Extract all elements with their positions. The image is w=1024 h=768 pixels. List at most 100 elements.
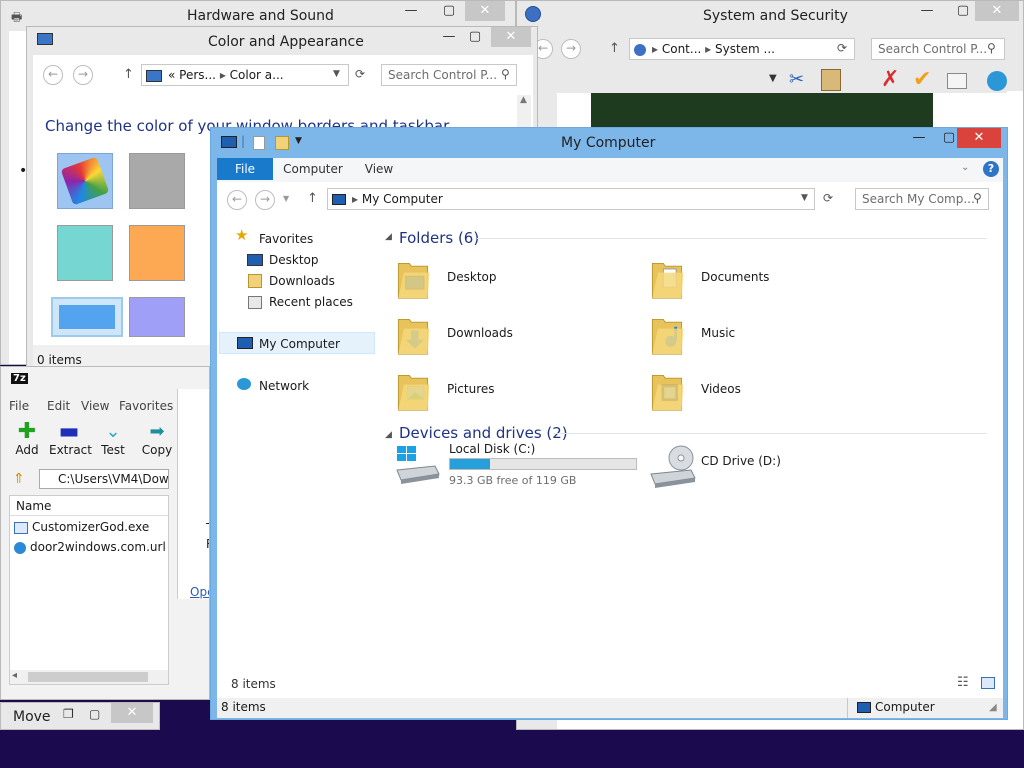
folder-documents[interactable]: Documents [649, 254, 849, 304]
add-button[interactable]: ✚ Add [7, 421, 47, 458]
breadcrumb-control-panel[interactable]: Cont... [662, 42, 701, 56]
move-bar[interactable]: Move ❐ ▢ ✕ [0, 702, 160, 730]
nav-desktop[interactable]: Desktop [269, 253, 319, 267]
color-tile[interactable] [51, 297, 123, 337]
drive-local-disk[interactable]: Local Disk (C:) 93.3 GB free of 119 GB [395, 442, 645, 490]
maximize-button[interactable]: ▢ [949, 1, 977, 21]
collapse-folders-icon[interactable]: ◢ [385, 232, 392, 242]
tab-file[interactable]: File [217, 158, 273, 180]
refresh-icon[interactable]: ⟳ [823, 191, 833, 205]
minimize-button[interactable]: — [397, 1, 425, 21]
folder-pictures[interactable]: Pictures [395, 366, 595, 416]
color-tile[interactable] [129, 225, 185, 281]
drives-header[interactable]: Devices and drives (2) [399, 424, 568, 442]
menu-favorites[interactable]: Favorites [119, 399, 173, 413]
resize-grip-icon[interactable]: ◢ [989, 702, 997, 713]
minimize-button[interactable]: — [905, 128, 933, 148]
expand-ribbon-icon[interactable]: ⌄ [961, 162, 969, 173]
menu-file[interactable]: File [9, 399, 29, 413]
breadcrumb-system[interactable]: System ... [715, 42, 775, 56]
customize-toolbar-icon[interactable]: ▼ [295, 136, 302, 146]
new-folder-icon[interactable] [275, 136, 289, 150]
minimize-button[interactable]: — [435, 27, 463, 47]
delete-icon[interactable]: ✗ [881, 67, 899, 92]
search-icon[interactable]: ⚲ [987, 41, 996, 55]
scroll-up-arrow[interactable]: ▲ [520, 95, 527, 105]
dropdown-icon[interactable]: ▼ [333, 69, 340, 79]
check-icon[interactable]: ✔ [913, 67, 931, 92]
details-view-icon[interactable]: ☷ [957, 675, 969, 690]
test-button[interactable]: ⌄ Test [93, 421, 133, 457]
explorer-titlebar[interactable]: | ▼ My Computer — ▢ ✕ [211, 128, 1007, 156]
extract-button[interactable]: ▬ Extract [49, 421, 92, 458]
close-button[interactable]: ✕ [491, 27, 531, 47]
properties-icon[interactable] [947, 73, 967, 89]
system-security-titlebar[interactable]: System and Security — ▢ ✕ [517, 1, 1023, 27]
copy-button[interactable]: ➡ Copy [137, 421, 177, 457]
maximize-button[interactable]: ▢ [435, 1, 463, 21]
address-bar[interactable]: ▸ Cont... ▸ System ... [629, 38, 855, 60]
properties-icon[interactable] [253, 136, 265, 150]
refresh-icon[interactable]: ⟳ [355, 67, 365, 81]
address-bar[interactable]: ▸ My Computer [327, 188, 815, 210]
nav-recent-places[interactable]: Recent places [269, 295, 353, 309]
refresh-icon[interactable]: ⟳ [837, 41, 847, 55]
breadcrumb-overflow[interactable]: « [168, 68, 175, 82]
up-icon[interactable]: ↑ [609, 41, 620, 56]
scroll-left-arrow[interactable]: ◂ [12, 670, 17, 681]
horizontal-scrollbar[interactable]: ◂ [10, 670, 168, 684]
color-tile[interactable] [57, 225, 113, 281]
close-button[interactable]: ✕ [957, 128, 1001, 148]
sevenzip-titlebar[interactable]: 7z [1, 367, 209, 389]
color-tile[interactable] [57, 153, 113, 209]
globe-icon[interactable] [987, 71, 1007, 91]
dropdown-icon[interactable]: ▼ [769, 73, 777, 84]
up-icon[interactable]: ↑ [123, 67, 134, 82]
color-tile[interactable] [129, 153, 185, 209]
nav-network[interactable]: Network [259, 379, 309, 393]
cut-icon[interactable]: ✂ [789, 69, 804, 90]
restore-button[interactable]: ❐ [63, 707, 74, 721]
folders-header[interactable]: Folders (6) [399, 229, 479, 247]
nav-my-computer[interactable]: My Computer [259, 337, 340, 351]
address-bar[interactable]: « Pers... ▸ Color a... [141, 64, 349, 86]
scroll-thumb[interactable] [28, 672, 148, 682]
folder-desktop[interactable]: Desktop [395, 254, 595, 304]
breadcrumb-my-computer[interactable]: My Computer [362, 192, 443, 206]
close-button[interactable]: ✕ [111, 703, 153, 723]
back-button[interactable]: ← [43, 65, 63, 85]
nav-downloads[interactable]: Downloads [269, 274, 335, 288]
file-row[interactable]: CustomizerGod.exe [14, 520, 170, 538]
tab-view[interactable]: View [355, 158, 403, 180]
search-icon[interactable]: ⚲ [973, 191, 982, 205]
close-button[interactable]: ✕ [975, 1, 1019, 21]
tab-computer[interactable]: Computer [279, 158, 347, 180]
column-header-name[interactable]: Name [10, 496, 168, 516]
folder-downloads[interactable]: Downloads [395, 310, 595, 360]
help-icon[interactable]: ? [983, 161, 999, 177]
file-row[interactable]: door2windows.com.url [14, 540, 170, 558]
recent-locations-icon[interactable]: ▼ [283, 194, 289, 203]
folder-videos[interactable]: Videos [649, 366, 849, 416]
hardware-sound-titlebar[interactable]: 🖶 Hardware and Sound — ▢ ✕ [1, 1, 515, 27]
maximize-button[interactable]: ▢ [89, 707, 100, 721]
maximize-button[interactable]: ▢ [461, 27, 489, 47]
path-input[interactable]: C:\Users\VM4\Dow [39, 469, 169, 489]
large-icons-view-icon[interactable] [981, 677, 995, 689]
back-button[interactable]: ← [227, 190, 247, 210]
up-folder-icon[interactable]: ⇑ [13, 471, 25, 487]
search-input[interactable]: Search Control P... [381, 64, 517, 86]
breadcrumb-color[interactable]: Color a... [230, 68, 284, 82]
nav-favorites[interactable]: Favorites [259, 232, 313, 246]
menu-edit[interactable]: Edit [47, 399, 70, 413]
open-link[interactable]: Ope [190, 585, 209, 599]
minimize-button[interactable]: — [913, 1, 941, 21]
search-icon[interactable]: ⚲ [501, 67, 510, 81]
breadcrumb-personalization[interactable]: Pers... [179, 68, 216, 82]
forward-button[interactable]: → [73, 65, 93, 85]
up-icon[interactable]: ↑ [307, 191, 318, 206]
folder-music[interactable]: Music [649, 310, 849, 360]
forward-button[interactable]: → [255, 190, 275, 210]
drive-cd[interactable]: CD Drive (D:) [649, 444, 849, 490]
color-tile[interactable] [129, 297, 185, 337]
